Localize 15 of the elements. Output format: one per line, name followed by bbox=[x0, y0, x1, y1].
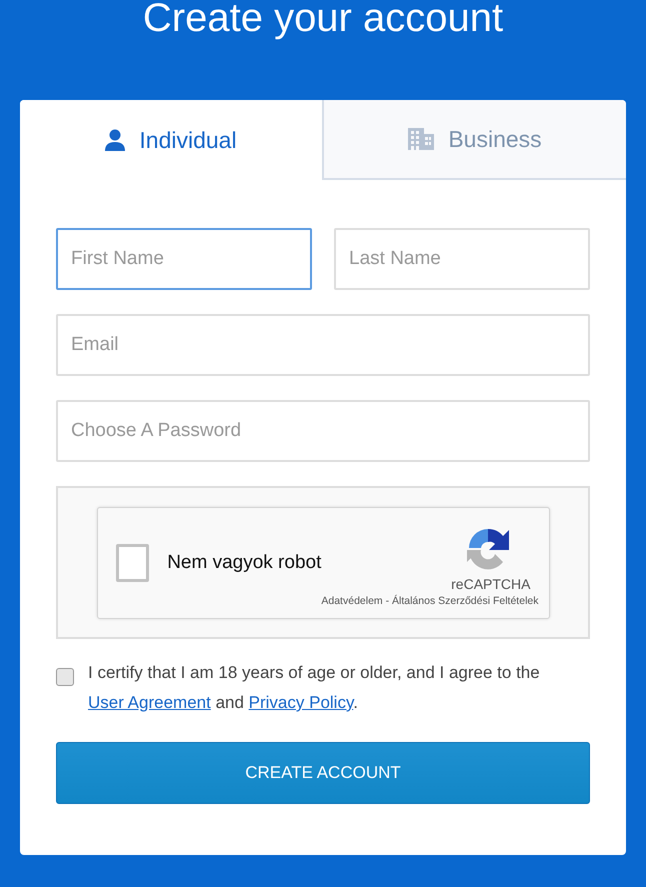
recaptcha-logo-icon bbox=[464, 526, 510, 572]
recaptcha-brand-text: reCAPTCHA bbox=[451, 576, 530, 592]
captcha-label: Nem vagyok robot bbox=[167, 552, 322, 574]
privacy-terms-links[interactable]: Adatvédelem - Általános Szerződési Feltételek bbox=[321, 595, 538, 607]
certify-checkbox[interactable] bbox=[56, 668, 74, 686]
privacy-policy-link[interactable]: Privacy Policy bbox=[248, 693, 354, 712]
text-field[interactable]: First Name bbox=[56, 228, 312, 290]
account-type-tab[interactable]: Business bbox=[322, 100, 626, 180]
person-icon bbox=[105, 129, 126, 151]
create-account-button[interactable]: CREATE ACCOUNT bbox=[56, 742, 590, 804]
page-title: Create your account bbox=[142, 0, 504, 42]
captcha-checkbox[interactable] bbox=[116, 544, 150, 582]
user-agreement-link[interactable]: User Agreement bbox=[88, 693, 211, 712]
building-icon bbox=[408, 128, 434, 150]
certify-text: I certify that I am 18 years of age or older, and I agree to the User Agreement and Privacy Policy. bbox=[88, 662, 541, 714]
